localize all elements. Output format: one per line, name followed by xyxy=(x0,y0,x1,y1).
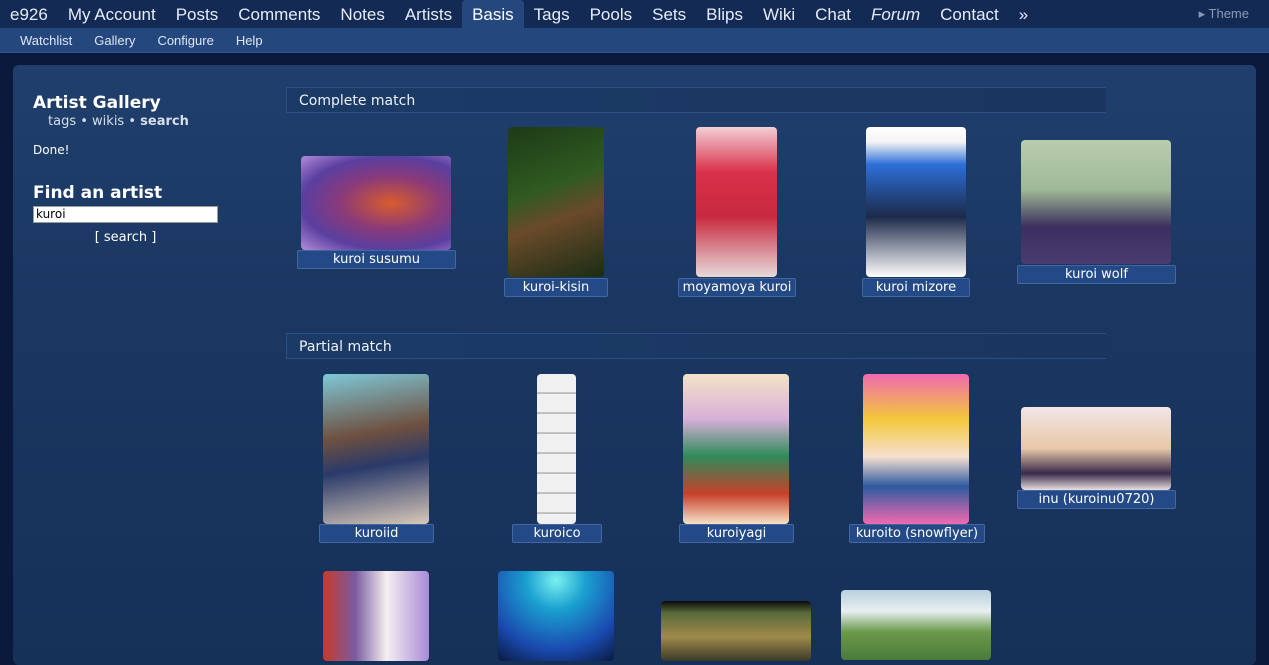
thumbnail-kuroito[interactable] xyxy=(863,374,969,524)
artist-label-kuroi-kisin[interactable]: kuroi-kisin xyxy=(504,278,608,297)
thumbnail-partial-row3-2[interactable] xyxy=(498,571,614,661)
subnav-configure[interactable]: Configure xyxy=(146,33,224,48)
nav-wiki[interactable]: Wiki xyxy=(753,0,805,28)
artist-label-kuroiid[interactable]: kuroiid xyxy=(319,524,434,543)
nav-chat[interactable]: Chat xyxy=(805,0,861,28)
link-separator: • xyxy=(128,114,137,129)
artist-label-kuroi-susumu[interactable]: kuroi susumu xyxy=(297,250,456,269)
search-button[interactable]: [ search ] xyxy=(33,230,218,245)
sidebar-links: tags • wikis • search xyxy=(48,114,233,129)
artist-label-moyamoya-kuroi[interactable]: moyamoya kuroi xyxy=(678,278,796,297)
sidebar: Artist Gallery tags • wikis • search Don… xyxy=(33,93,233,245)
nav-my-account[interactable]: My Account xyxy=(58,0,166,28)
nav-contact[interactable]: Contact xyxy=(930,0,1009,28)
nav-notes[interactable]: Notes xyxy=(330,0,394,28)
thumbnail-kuroiid[interactable] xyxy=(323,374,429,524)
sub-nav: Watchlist Gallery Configure Help xyxy=(0,28,1269,53)
link-search[interactable]: search xyxy=(140,114,189,129)
nav-artists[interactable]: Artists xyxy=(395,0,462,28)
nav-basis[interactable]: Basis xyxy=(462,0,524,28)
status-text: Done! xyxy=(33,143,70,157)
nav-comments[interactable]: Comments xyxy=(228,0,330,28)
subnav-help[interactable]: Help xyxy=(225,33,274,48)
artist-label-kuroito[interactable]: kuroito (snowflyer) xyxy=(849,524,985,543)
artist-label-kuroico[interactable]: kuroico xyxy=(512,524,602,543)
thumbnail-kuroi-wolf[interactable] xyxy=(1021,140,1171,264)
link-separator: • xyxy=(80,114,88,129)
nav-more[interactable]: » xyxy=(1009,0,1038,28)
artist-label-kuroiyagi[interactable]: kuroiyagi xyxy=(679,524,794,543)
artist-label-inu-kuroinu0720[interactable]: inu (kuroinu0720) xyxy=(1017,490,1176,509)
nav-posts[interactable]: Posts xyxy=(166,0,229,28)
top-nav: e926 My Account Posts Comments Notes Art… xyxy=(0,0,1269,28)
thumbnail-partial-row3-3[interactable] xyxy=(661,601,811,661)
thumbnail-kuroiyagi[interactable] xyxy=(683,374,789,524)
theme-toggle[interactable]: ▸ Theme xyxy=(1199,6,1249,22)
thumbnail-inu-kuroinu0720[interactable] xyxy=(1021,407,1171,490)
sidebar-title: Artist Gallery xyxy=(33,93,161,113)
nav-sets[interactable]: Sets xyxy=(642,0,696,28)
nav-e926[interactable]: e926 xyxy=(0,0,58,28)
link-tags[interactable]: tags xyxy=(48,114,76,129)
artist-search-input[interactable] xyxy=(33,205,218,223)
thumbnail-kuroi-kisin[interactable] xyxy=(508,127,604,277)
subnav-gallery[interactable]: Gallery xyxy=(83,33,146,48)
thumbnail-kuroi-susumu[interactable] xyxy=(301,156,451,250)
thumbnail-kuroico[interactable] xyxy=(537,374,576,524)
artist-label-kuroi-wolf[interactable]: kuroi wolf xyxy=(1017,265,1176,284)
artist-label-kuroi-mizore[interactable]: kuroi mizore xyxy=(862,278,970,297)
subnav-watchlist[interactable]: Watchlist xyxy=(0,33,83,48)
complete-match-header: Complete match xyxy=(286,87,1106,113)
thumbnail-moyamoya-kuroi[interactable] xyxy=(696,127,777,277)
partial-match-header: Partial match xyxy=(286,333,1106,359)
find-artist-title: Find an artist xyxy=(33,183,163,203)
nav-pools[interactable]: Pools xyxy=(580,0,643,28)
nav-forum[interactable]: Forum xyxy=(861,0,930,28)
link-wikis[interactable]: wikis xyxy=(92,114,124,129)
thumbnail-partial-row3-1[interactable] xyxy=(323,571,429,661)
find-artist-section: Find an artist [ search ] xyxy=(33,183,233,245)
nav-blips[interactable]: Blips xyxy=(696,0,753,28)
thumbnail-kuroi-mizore[interactable] xyxy=(866,127,966,277)
nav-tags[interactable]: Tags xyxy=(524,0,580,28)
